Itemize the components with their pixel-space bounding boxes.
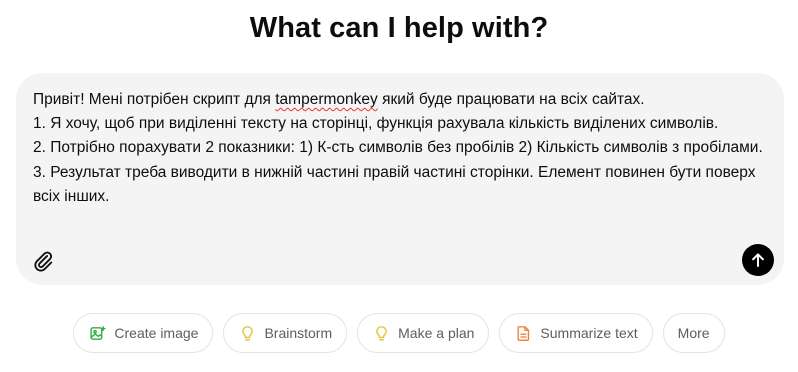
brainstorm-button[interactable]: Brainstorm xyxy=(223,313,348,353)
attach-button[interactable] xyxy=(30,248,56,274)
make-a-plan-button[interactable]: Make a plan xyxy=(357,313,490,353)
more-button[interactable]: More xyxy=(662,313,725,353)
prompt-line-1-start: Привіт! Мені потрібен скрипт для xyxy=(33,91,276,108)
paperclip-icon xyxy=(34,251,53,272)
suggestion-chips: Create image Brainstorm Make a plan Summ… xyxy=(0,313,798,353)
create-image-label: Create image xyxy=(114,325,199,341)
prompt-line-3: 2. Потрібно порахувати 2 показники: 1) К… xyxy=(33,139,763,157)
page: What can I help with? Привіт! Мені потрі… xyxy=(0,0,798,372)
page-title: What can I help with? xyxy=(249,12,549,44)
prompt-line-1-end: який буде працювати на всіх сайтах. xyxy=(377,91,645,108)
misspelled-word[interactable]: tampermonkey xyxy=(275,91,378,108)
lightbulb-icon xyxy=(238,324,256,342)
summarize-text-button[interactable]: Summarize text xyxy=(499,313,653,353)
prompt-line-4: 3. Результат треба виводити в нижній час… xyxy=(33,163,760,205)
message-composer[interactable]: Привіт! Мені потрібен скрипт для tamperm… xyxy=(16,73,784,285)
arrow-up-icon xyxy=(752,253,764,267)
brainstorm-label: Brainstorm xyxy=(264,325,333,341)
make-a-plan-label: Make a plan xyxy=(398,325,475,341)
create-image-button[interactable]: Create image xyxy=(73,313,214,353)
prompt-line-1: Привіт! Мені потрібен скрипт для tamperm… xyxy=(33,91,645,108)
summarize-text-label: Summarize text xyxy=(540,325,638,341)
more-label: More xyxy=(677,325,710,341)
image-icon xyxy=(88,324,106,342)
document-icon xyxy=(514,324,532,342)
prompt-textarea[interactable]: Привіт! Мені потрібен скрипт для tamperm… xyxy=(33,88,768,209)
send-button[interactable] xyxy=(742,244,774,276)
lightbulb-icon xyxy=(372,324,390,342)
prompt-line-2: 1. Я хочу, щоб при виділенні тексту на с… xyxy=(33,115,719,133)
